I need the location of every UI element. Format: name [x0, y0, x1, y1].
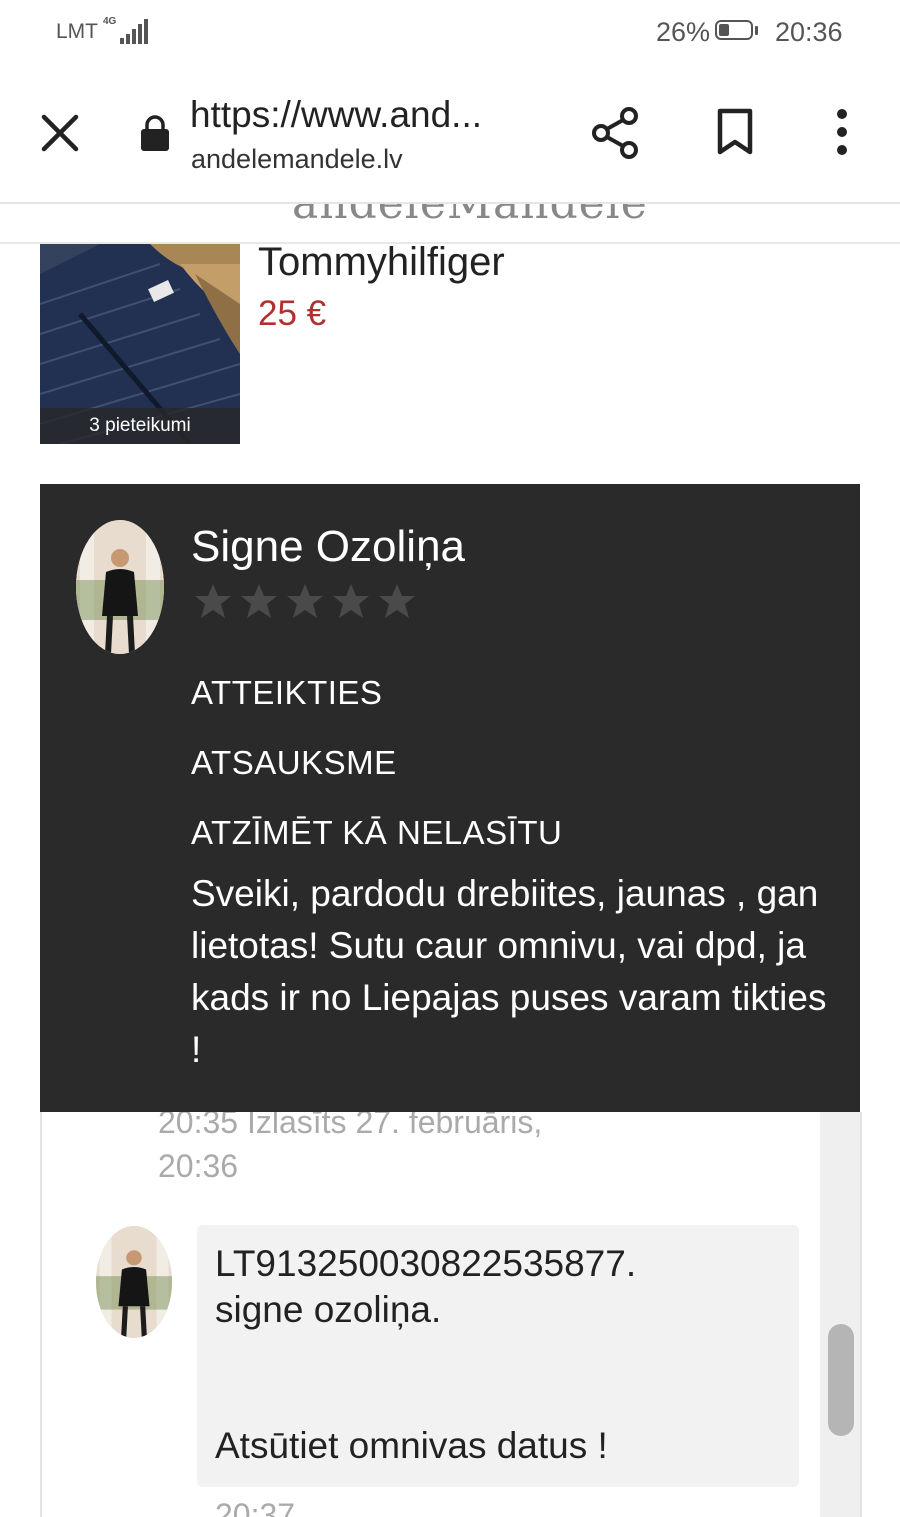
star-icon [241, 584, 277, 618]
avatar[interactable] [96, 1226, 172, 1338]
listing-price: 25 € [258, 294, 327, 333]
share-icon[interactable] [590, 106, 640, 160]
message-line: Atsūtiet omnivas datus ! [215, 1425, 608, 1466]
battery-percent: 26% [656, 17, 711, 47]
menu-item-atsauksme[interactable]: ATSAUKSME [191, 744, 397, 782]
star-icon [287, 584, 323, 618]
host-text[interactable]: andelemandele.lv [191, 144, 403, 175]
carrier-label: LMT [56, 20, 98, 43]
status-clock: 20:36 [775, 17, 843, 47]
network-type-label: 4G [103, 16, 117, 27]
status-bar: LMT 4G 26% 20:36 [0, 0, 900, 64]
rating-stars [191, 582, 419, 622]
browser-toolbar: https://www.and... andelemandele.lv [0, 64, 900, 204]
user-profile-card: Signe Ozoliņa ATTEIKTIES ATSAUKSME ATZĪM… [40, 484, 860, 1112]
message-bubble: LT913250030822535877. signe ozoliņa. Ats… [197, 1225, 799, 1487]
message-line: LT913250030822535877. [215, 1243, 637, 1284]
lock-icon[interactable] [138, 114, 172, 152]
read-status-line: 20:35 Izlasīts 27. februāris, [158, 1112, 543, 1140]
url-text[interactable]: https://www.and... [190, 94, 482, 136]
read-status-text: 20:35 Izlasīts 27. februāris, 20:36 [158, 1112, 658, 1188]
listing-title[interactable]: Tommyhilfiger [258, 240, 505, 285]
menu-item-atteikties[interactable]: ATTEIKTIES [191, 674, 382, 712]
scrollbar-thumb[interactable] [828, 1324, 854, 1436]
site-logo[interactable]: andeleMandele [292, 204, 648, 229]
listing-thumbnail[interactable]: 3 pieteikumi [40, 244, 240, 444]
battery-icon [715, 20, 759, 44]
menu-item-mark-unread[interactable]: ATZĪMĒT KĀ NELASĪTU [191, 814, 562, 852]
signal-icon [118, 18, 148, 44]
scrollbar-track[interactable] [820, 1112, 860, 1517]
user-name[interactable]: Signe Ozoliņa [191, 522, 465, 572]
chat-thread[interactable]: 20:35 Izlasīts 27. februāris, 20:36 LT91… [40, 1112, 862, 1517]
bookmark-icon[interactable] [715, 108, 755, 156]
site-header: andeleMandele [0, 204, 900, 244]
avatar[interactable] [76, 520, 164, 654]
message-time: 20:37 [215, 1497, 296, 1517]
star-icon [195, 584, 231, 618]
star-icon [333, 584, 369, 618]
user-bio: Sveiki, pardodu drebiites, jaunas , gan … [191, 873, 827, 1070]
applications-badge: 3 pieteikumi [40, 408, 240, 444]
read-status-time: 20:36 [158, 1148, 239, 1184]
message-line: signe ozoliņa. [215, 1289, 442, 1330]
star-icon [379, 584, 415, 618]
close-icon[interactable] [38, 111, 82, 155]
more-vert-icon[interactable] [830, 108, 854, 156]
